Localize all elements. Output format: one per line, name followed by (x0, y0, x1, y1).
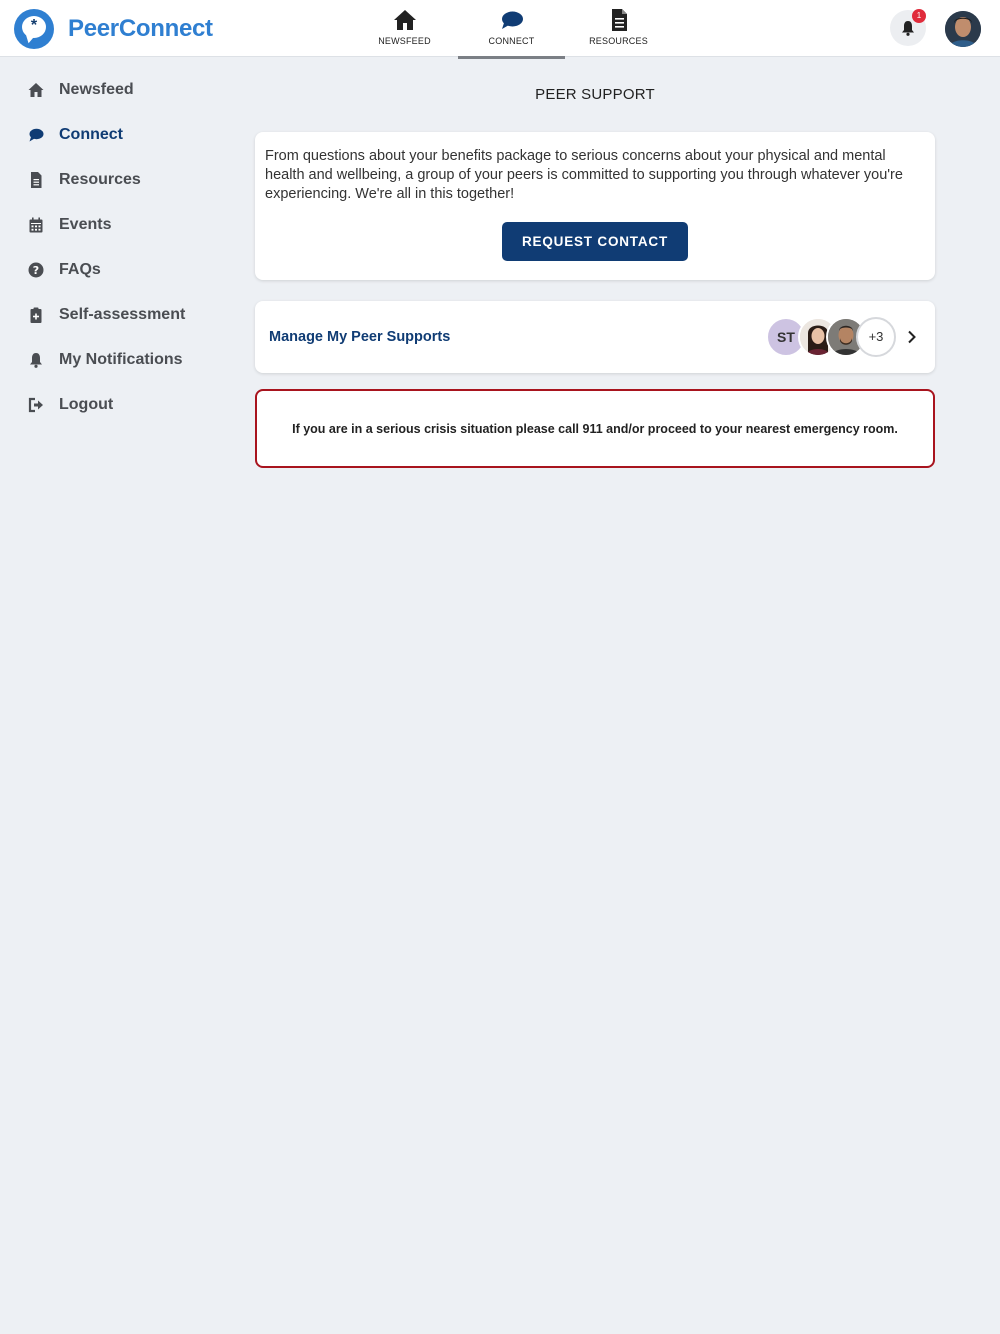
chat-bubble-icon (501, 11, 523, 29)
sidebar-item-faqs[interactable]: ? FAQs (28, 255, 101, 285)
sidebar-item-connect[interactable]: Connect (28, 120, 123, 150)
user-avatar[interactable] (945, 11, 981, 47)
topnav-connect-label: CONNECT (488, 36, 535, 46)
more-peers-count: +3 (856, 317, 896, 357)
manage-peer-supports-card[interactable]: Manage My Peer Supports ST +3 (255, 301, 935, 373)
document-icon (31, 172, 42, 188)
sidebar-item-label: Self-assessment (59, 306, 186, 323)
brand-logo-link[interactable]: * PeerConnect (14, 8, 213, 49)
crisis-alert: If you are in a serious crisis situation… (255, 389, 935, 468)
home-icon (393, 10, 416, 30)
peer-support-intro-card: From questions about your benefits packa… (255, 132, 935, 280)
manage-peer-supports-label: Manage My Peer Supports (269, 329, 451, 345)
chat-bubble-icon (29, 128, 44, 142)
sidebar-item-label: Events (59, 216, 112, 233)
page-title: PEER SUPPORT (535, 86, 655, 103)
bell-icon (902, 21, 914, 36)
topnav-newsfeed-label: NEWSFEED (378, 36, 431, 46)
sidebar-item-resources[interactable]: Resources (28, 165, 141, 195)
chevron-right-icon (908, 330, 916, 344)
request-contact-button[interactable]: REQUEST CONTACT (502, 222, 688, 261)
svg-text:?: ? (33, 264, 39, 277)
top-bar: * PeerConnect NEWSFEED CONNECT RESOURCES… (0, 0, 1000, 59)
top-navigation: NEWSFEED CONNECT RESOURCES (351, 0, 672, 59)
crisis-alert-text: If you are in a serious crisis situation… (292, 421, 898, 436)
bell-icon (30, 353, 42, 368)
user-avatar-image (945, 11, 981, 47)
sidebar-item-logout[interactable]: Logout (28, 390, 113, 420)
sidebar-item-label: Resources (59, 171, 141, 188)
topnav-resources-label: RESOURCES (589, 36, 648, 46)
sidebar-item-label: My Notifications (59, 351, 183, 368)
intro-text: From questions about your benefits packa… (265, 148, 903, 202)
sidebar-item-label: Newsfeed (59, 81, 134, 98)
question-circle-icon: ? (28, 262, 44, 278)
sidebar-item-newsfeed[interactable]: Newsfeed (28, 75, 134, 105)
notification-count-badge: 1 (912, 9, 926, 23)
topnav-resources[interactable]: RESOURCES (565, 0, 672, 57)
sidebar-item-label: Connect (59, 126, 123, 143)
sidebar-item-label: Logout (59, 396, 114, 413)
document-icon (611, 9, 627, 31)
sidebar-item-self-assessment[interactable]: Self-assessment (28, 300, 185, 330)
brand-name: PeerConnect (68, 14, 213, 42)
topnav-newsfeed[interactable]: NEWSFEED (351, 0, 458, 57)
logout-icon (28, 397, 43, 413)
topnav-connect[interactable]: CONNECT (458, 0, 565, 59)
peerconnect-logo-icon: * (14, 8, 54, 49)
clipboard-plus-icon (30, 307, 42, 323)
sidebar-item-events[interactable]: Events (28, 210, 111, 240)
calendar-icon (29, 217, 43, 233)
sidebar-item-label: FAQs (59, 261, 101, 278)
sidebar-item-notifications[interactable]: My Notifications (28, 345, 183, 375)
home-icon (28, 83, 44, 97)
